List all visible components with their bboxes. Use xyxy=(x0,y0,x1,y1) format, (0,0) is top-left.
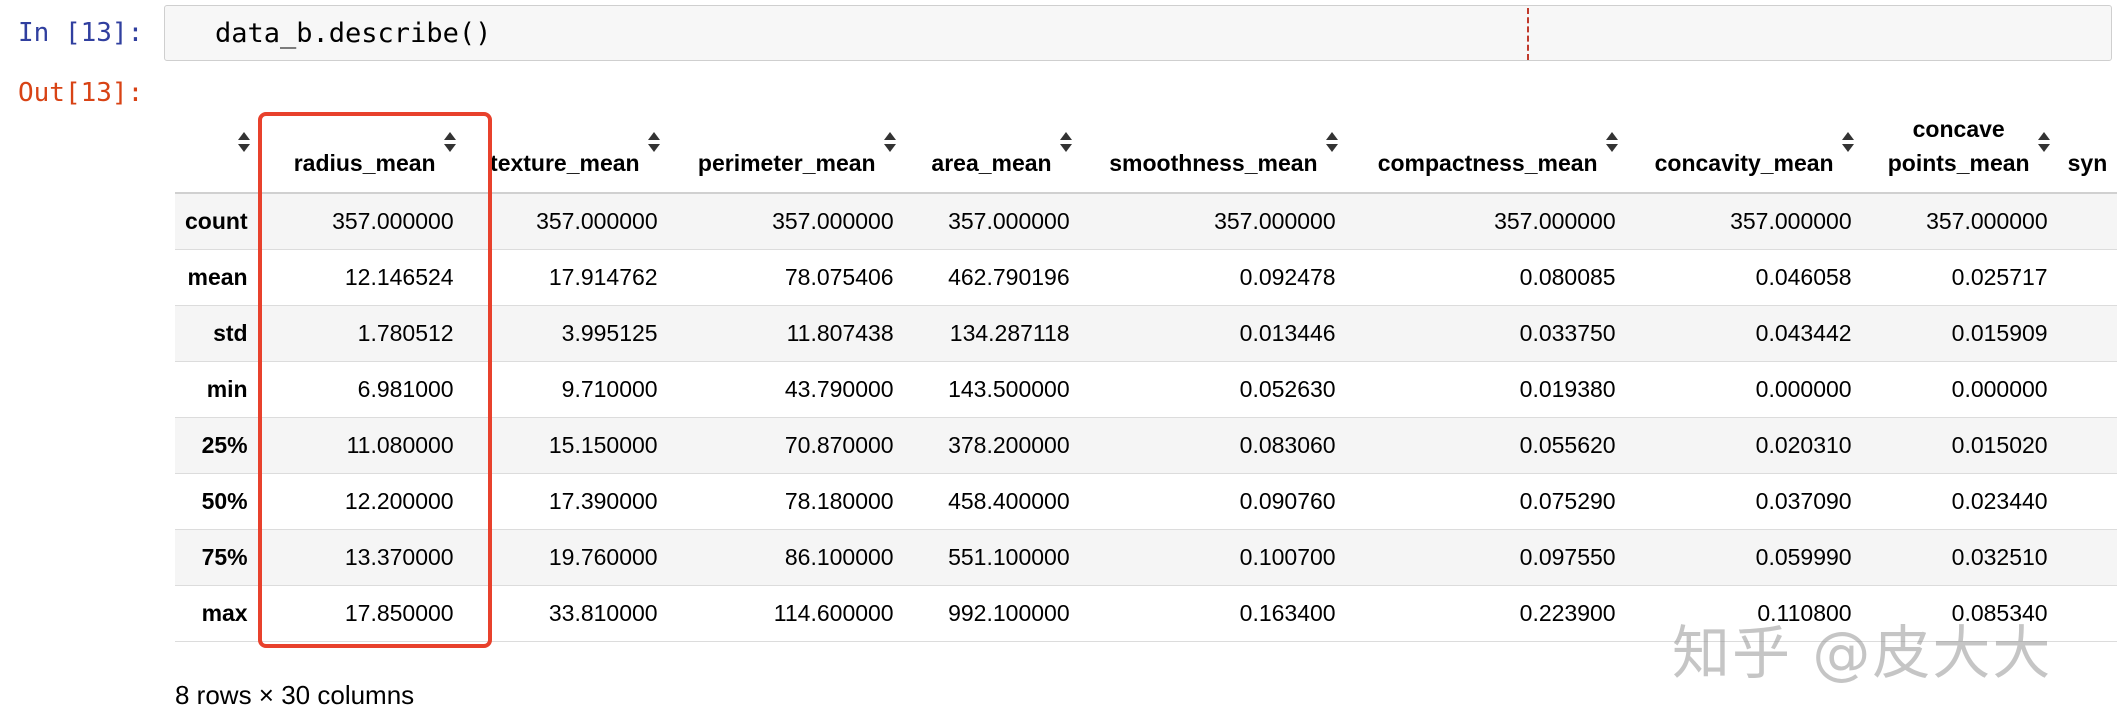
column-header[interactable]: syn xyxy=(2057,112,2118,194)
table-cell: 9.710000 xyxy=(561,375,658,402)
table-cell: 143.500000 xyxy=(948,375,1070,402)
column-header[interactable]: concavity_mean xyxy=(1625,112,1862,194)
table-cell: 0.223900 xyxy=(1519,599,1616,626)
table-cell: 0.033750 xyxy=(1519,319,1616,346)
table-cell: 0.092478 xyxy=(1239,263,1336,290)
row-label: count xyxy=(185,207,248,234)
column-header[interactable]: compactness_mean xyxy=(1345,112,1626,194)
table-cell xyxy=(2058,193,2118,249)
table-cell: 78.075406 xyxy=(784,263,894,290)
table-cell: 0.020310 xyxy=(1755,431,1852,458)
table-cell: 11.807438 xyxy=(786,319,894,346)
table-cell xyxy=(2058,305,2118,361)
table-cell: 357.000000 xyxy=(948,207,1070,234)
table-cell: 134.287118 xyxy=(949,319,1070,346)
table-shape-footer: 8 rows × 30 columns xyxy=(175,680,415,710)
table-cell: 0.090760 xyxy=(1239,487,1336,514)
table-cell: 551.100000 xyxy=(948,543,1070,570)
table-cell: 357.000000 xyxy=(1730,207,1852,234)
table-cell: 0.032510 xyxy=(1951,543,2048,570)
table-cell: 357.000000 xyxy=(1214,207,1336,234)
column-header[interactable]: area_mean xyxy=(903,112,1080,194)
table-cell: 0.100700 xyxy=(1239,543,1336,570)
index-header[interactable] xyxy=(175,112,258,194)
column-header[interactable]: perimeter_mean xyxy=(667,112,904,194)
sort-icon[interactable] xyxy=(2037,132,2050,154)
sort-icon[interactable] xyxy=(883,132,896,154)
table-cell: 0.075290 xyxy=(1519,487,1616,514)
row-label: 25% xyxy=(201,431,248,458)
line-length-ruler xyxy=(1527,8,1529,60)
table-cell: 357.000000 xyxy=(772,207,894,234)
table-cell: 43.790000 xyxy=(784,375,894,402)
table-cell: 15.150000 xyxy=(548,431,658,458)
table-cell: 357.000000 xyxy=(1926,207,2048,234)
sort-icon[interactable] xyxy=(1325,132,1338,154)
row-label: max xyxy=(201,599,248,626)
table-cell: 0.037090 xyxy=(1755,487,1852,514)
table-cell xyxy=(2058,585,2118,641)
table-cell: 0.097550 xyxy=(1519,543,1616,570)
table-cell: 0.019380 xyxy=(1519,375,1616,402)
table-cell: 458.400000 xyxy=(948,487,1070,514)
table-cell: 70.870000 xyxy=(784,431,894,458)
table-cell: 378.200000 xyxy=(948,431,1070,458)
table-cell xyxy=(2058,361,2118,417)
table-cell: 462.790196 xyxy=(948,263,1070,290)
table-cell xyxy=(2058,417,2118,473)
row-label: mean xyxy=(187,263,248,290)
row-label: 50% xyxy=(201,487,248,514)
table-cell: 0.023440 xyxy=(1951,487,2048,514)
table-cell: 357.000000 xyxy=(536,207,658,234)
row-label: std xyxy=(213,319,248,346)
output-prompt: Out[13]: xyxy=(18,78,144,108)
column-header[interactable]: smoothness_mean xyxy=(1079,112,1346,194)
table-cell xyxy=(2058,473,2118,529)
table-cell: 0.025717 xyxy=(1951,263,2048,290)
table-cell: 86.100000 xyxy=(784,543,894,570)
table-cell: 0.046058 xyxy=(1755,263,1852,290)
sort-icon[interactable] xyxy=(1605,132,1618,154)
table-cell: 0.163400 xyxy=(1239,599,1336,626)
column-header[interactable]: concave points_mean xyxy=(1861,112,2058,194)
highlight-box xyxy=(258,112,492,648)
table-cell: 19.760000 xyxy=(548,543,658,570)
table-cell xyxy=(2058,529,2118,585)
table-cell: 0.080085 xyxy=(1519,263,1616,290)
table-cell: 0.015020 xyxy=(1951,431,2048,458)
table-cell: 0.043442 xyxy=(1755,319,1852,346)
table-cell: 0.015909 xyxy=(1951,319,2048,346)
table-cell: 0.000000 xyxy=(1951,375,2048,402)
sort-icon[interactable] xyxy=(1841,132,1854,154)
table-cell: 0.055620 xyxy=(1519,431,1616,458)
table-cell: 17.390000 xyxy=(548,487,658,514)
table-cell: 992.100000 xyxy=(948,599,1070,626)
table-cell: 78.180000 xyxy=(784,487,894,514)
column-header[interactable]: texture_mean xyxy=(463,112,668,194)
watermark: 知乎 @皮大大 xyxy=(1672,619,2053,687)
table-cell: 0.059990 xyxy=(1755,543,1852,570)
table-cell: 357.000000 xyxy=(1494,207,1616,234)
table-cell: 0.013446 xyxy=(1239,319,1336,346)
table-cell: 0.000000 xyxy=(1755,375,1852,402)
table-cell xyxy=(2058,249,2118,305)
sort-icon[interactable] xyxy=(1059,132,1072,154)
table-cell: 0.052630 xyxy=(1239,375,1336,402)
code-input-cell[interactable]: data_b.describe() xyxy=(164,5,2112,61)
code-text[interactable]: data_b.describe() xyxy=(215,18,491,49)
table-cell: 0.083060 xyxy=(1239,431,1336,458)
table-cell: 17.914762 xyxy=(548,263,658,290)
table-cell: 3.995125 xyxy=(561,319,658,346)
sort-icon[interactable] xyxy=(237,132,250,154)
input-prompt: In [13]: xyxy=(18,18,144,48)
table-cell: 114.600000 xyxy=(773,599,894,626)
table-cell: 33.810000 xyxy=(548,599,658,626)
sort-icon[interactable] xyxy=(647,132,660,154)
row-label: min xyxy=(206,375,248,402)
row-label: 75% xyxy=(201,543,248,570)
